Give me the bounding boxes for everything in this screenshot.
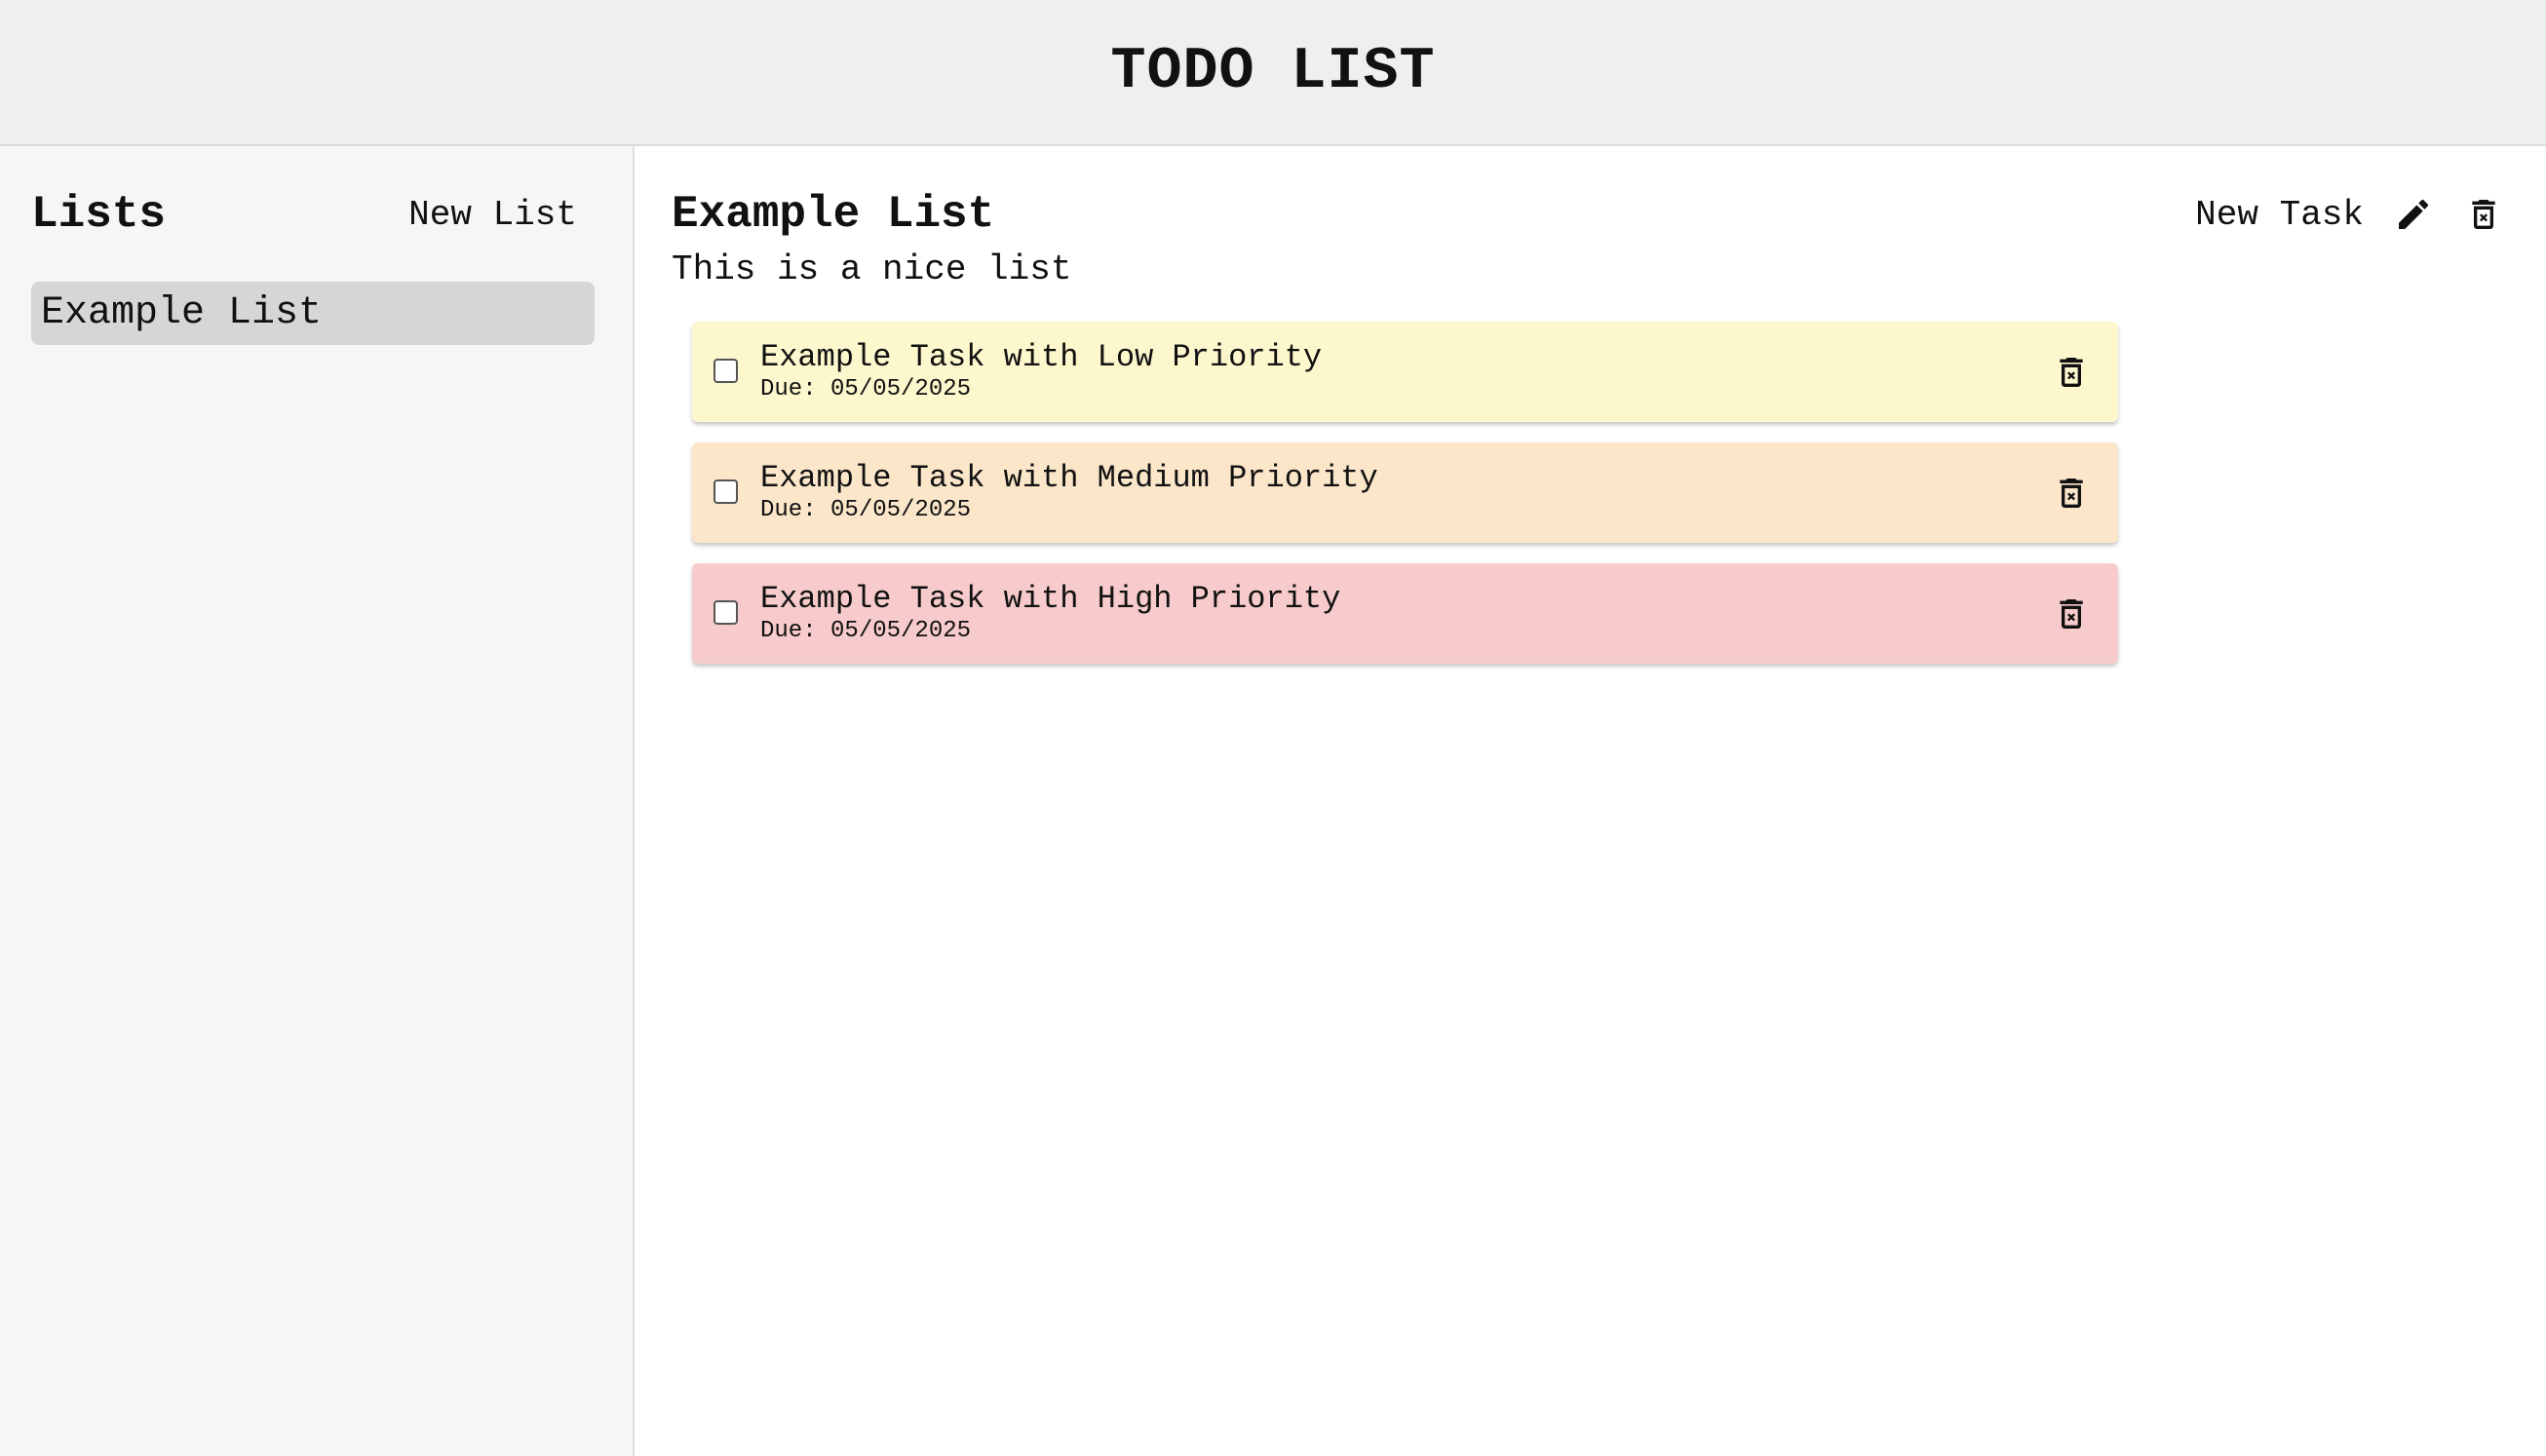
pencil-icon xyxy=(2399,199,2429,229)
task-checkbox[interactable] xyxy=(714,600,738,625)
sidebar: Lists New List Example List xyxy=(0,146,635,1456)
task-card-high: Example Task with High Priority Due: 05/… xyxy=(692,563,2118,664)
task-title: Example Task with High Priority xyxy=(760,581,1341,617)
task-title: Example Task with Medium Priority xyxy=(760,460,1378,496)
sidebar-item-label: Example List xyxy=(41,291,323,335)
delete-task-button[interactable] xyxy=(2052,593,2091,635)
new-list-button[interactable]: New List xyxy=(408,195,595,235)
sidebar-title: Lists xyxy=(31,189,167,240)
task-card-medium: Example Task with Medium Priority Due: 0… xyxy=(692,442,2118,543)
task-text: Example Task with Low Priority Due: 05/0… xyxy=(760,339,1322,403)
trash-icon xyxy=(2472,200,2495,229)
trash-icon xyxy=(2060,358,2083,387)
list-description: This is a nice list xyxy=(672,249,1072,289)
sidebar-header: Lists New List xyxy=(31,185,595,244)
task-title: Example Task with Low Priority xyxy=(760,339,1323,375)
trash-icon xyxy=(2060,599,2083,629)
app-title: TODO LIST xyxy=(1110,39,1436,105)
list-header: Example List New Task xyxy=(672,185,2504,244)
trash-icon xyxy=(2060,479,2083,508)
edit-list-button[interactable] xyxy=(2393,194,2434,235)
task-text: Example Task with High Priority Due: 05/… xyxy=(760,581,1340,645)
app-header: TODO LIST xyxy=(0,0,2546,146)
list-actions: New Task xyxy=(2195,194,2504,235)
delete-task-button[interactable] xyxy=(2052,351,2091,394)
main-panel: Example List New Task This is a nice lis… xyxy=(636,146,2546,1456)
delete-task-button[interactable] xyxy=(2052,472,2091,515)
new-task-button[interactable]: New Task xyxy=(2195,195,2364,235)
task-list: Example Task with Low Priority Due: 05/0… xyxy=(692,322,2118,684)
task-due-date: Due: 05/05/2025 xyxy=(760,497,972,523)
task-due-date: Due: 05/05/2025 xyxy=(760,618,972,644)
list-title: Example List xyxy=(672,189,995,240)
task-text: Example Task with Medium Priority Due: 0… xyxy=(760,460,1378,524)
sidebar-item-example-list[interactable]: Example List xyxy=(31,282,595,345)
task-card-low: Example Task with Low Priority Due: 05/0… xyxy=(692,322,2118,422)
task-due-date: Due: 05/05/2025 xyxy=(760,376,972,402)
task-checkbox[interactable] xyxy=(714,359,738,383)
delete-list-button[interactable] xyxy=(2463,194,2504,235)
task-checkbox[interactable] xyxy=(714,479,738,504)
